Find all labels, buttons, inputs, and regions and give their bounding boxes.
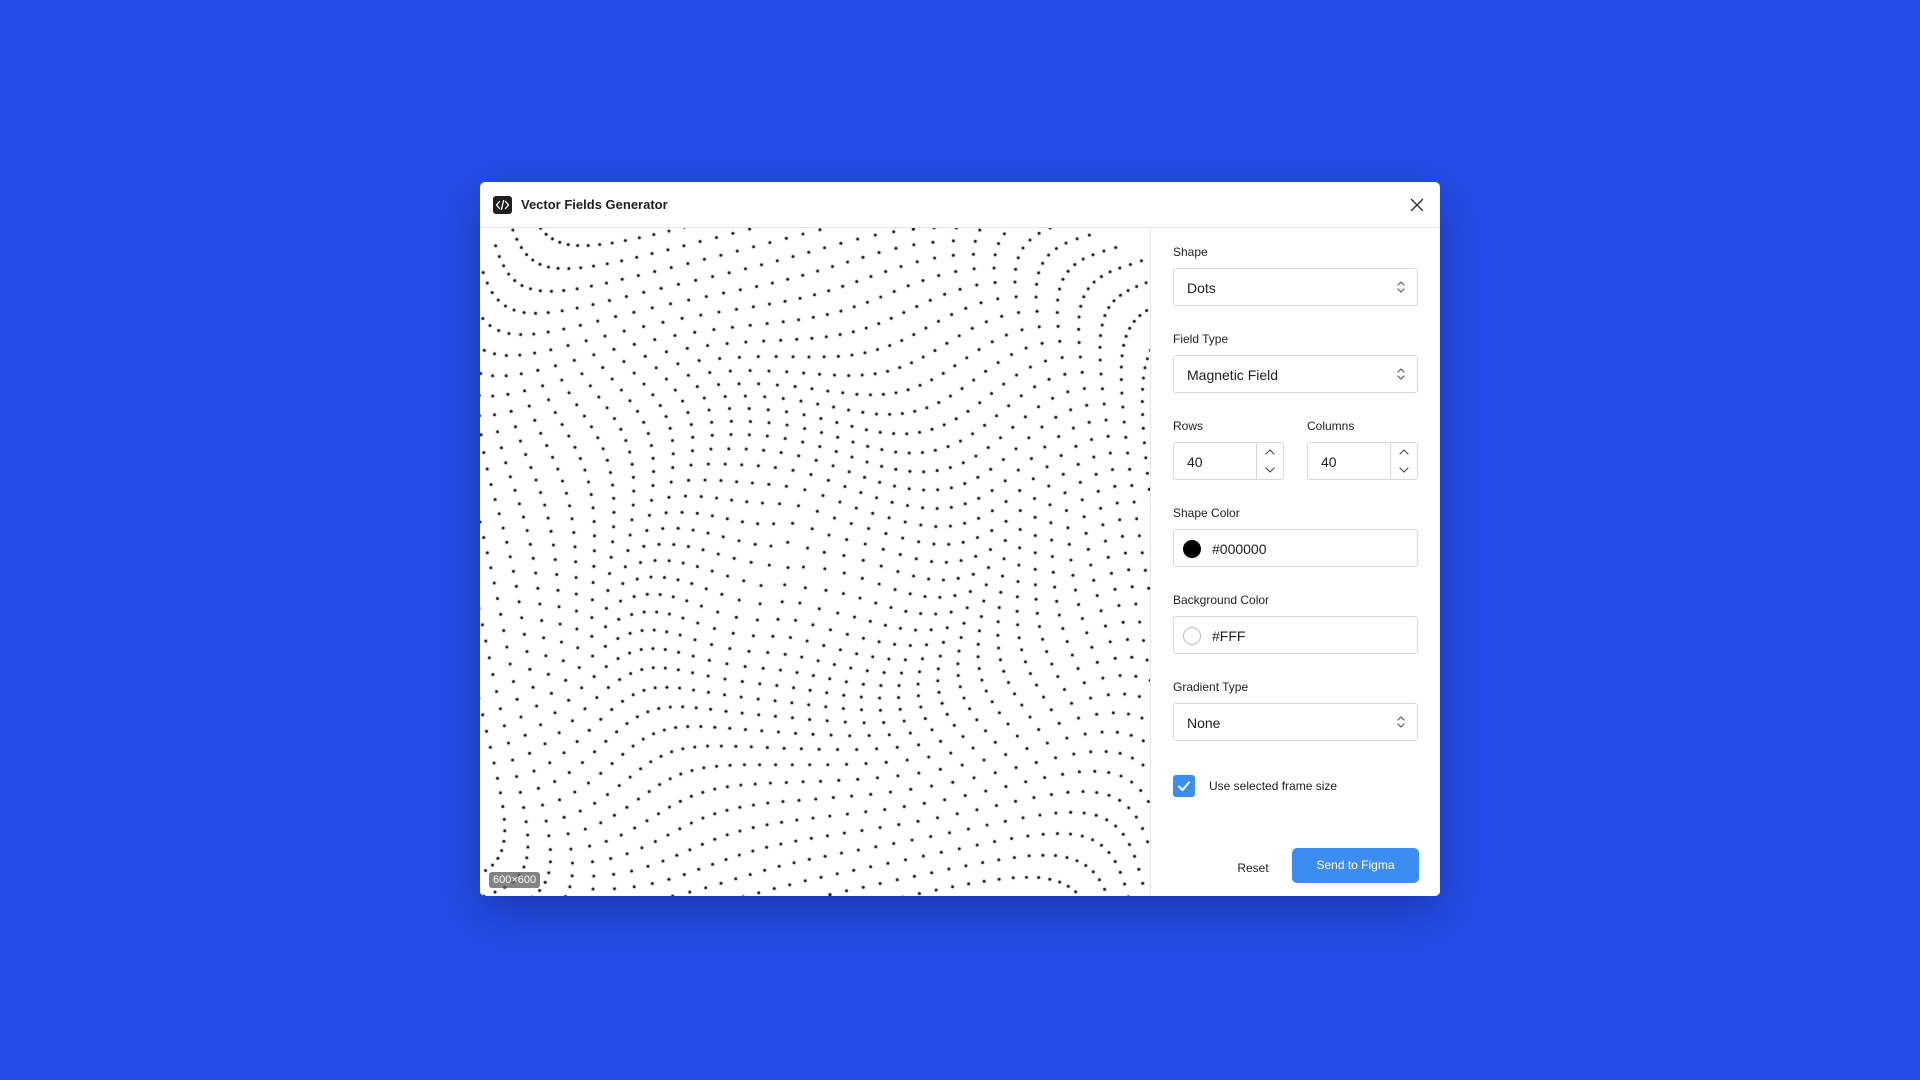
chevron-up-down-icon <box>1396 715 1406 734</box>
rows-stepper <box>1256 443 1283 479</box>
vector-field-canvas <box>480 228 1150 896</box>
use-frame-size-checkbox[interactable] <box>1173 775 1195 797</box>
chevron-down-icon <box>1265 467 1275 473</box>
vector-field-preview: 600×600 <box>480 228 1150 896</box>
rows-input[interactable]: 40 <box>1173 442 1284 480</box>
field-type-select-value: Magnetic Field <box>1187 367 1279 383</box>
background-color-swatch[interactable] <box>1183 627 1201 645</box>
shape-label: Shape <box>1173 245 1208 259</box>
gradient-type-select-value: None <box>1187 715 1221 731</box>
chevron-up-icon <box>1399 449 1409 455</box>
columns-decrement-button[interactable] <box>1391 461 1417 479</box>
rows-label: Rows <box>1173 419 1204 433</box>
shape-select-value: Dots <box>1187 280 1216 296</box>
chevron-up-icon <box>1265 449 1275 455</box>
send-to-figma-button[interactable]: Send to Figma <box>1292 848 1419 883</box>
shape-color-value: #000000 <box>1212 541 1267 557</box>
columns-stepper <box>1390 443 1417 479</box>
title-bar: Vector Fields Generator <box>480 182 1440 228</box>
use-frame-size-label: Use selected frame size <box>1209 779 1338 793</box>
columns-label: Columns <box>1307 419 1355 433</box>
chevron-down-icon <box>1399 467 1409 473</box>
shape-color-input[interactable]: #000000 <box>1173 529 1418 567</box>
close-icon[interactable] <box>1406 194 1428 216</box>
rows-decrement-button[interactable] <box>1257 461 1283 479</box>
plugin-dialog: Vector Fields Generator 600×600 Shape Do… <box>480 182 1440 896</box>
shape-select[interactable]: Dots <box>1173 268 1418 306</box>
field-type-label: Field Type <box>1173 332 1229 346</box>
window-title: Vector Fields Generator <box>521 197 668 212</box>
gradient-type-select[interactable]: None <box>1173 703 1418 741</box>
checkmark-icon <box>1178 781 1190 791</box>
background-color-value: #FFF <box>1212 628 1246 644</box>
shape-color-label: Shape Color <box>1173 506 1240 520</box>
columns-value: 40 <box>1321 454 1337 470</box>
shape-color-swatch[interactable] <box>1183 540 1201 558</box>
chevron-up-down-icon <box>1396 280 1406 299</box>
columns-increment-button[interactable] <box>1391 443 1417 461</box>
reset-button[interactable]: Reset <box>1214 851 1292 885</box>
columns-input[interactable]: 40 <box>1307 442 1418 480</box>
rows-value: 40 <box>1187 454 1203 470</box>
rows-increment-button[interactable] <box>1257 443 1283 461</box>
settings-panel: Shape Dots Field Type Magnetic Field Row… <box>1151 228 1440 896</box>
code-brackets-icon <box>493 196 512 214</box>
field-type-select[interactable]: Magnetic Field <box>1173 355 1418 393</box>
canvas-size-badge: 600×600 <box>489 872 541 888</box>
chevron-up-down-icon <box>1396 367 1406 386</box>
background-color-label: Background Color <box>1173 593 1270 607</box>
background-color-input[interactable]: #FFF <box>1173 616 1418 654</box>
gradient-type-label: Gradient Type <box>1173 680 1249 694</box>
